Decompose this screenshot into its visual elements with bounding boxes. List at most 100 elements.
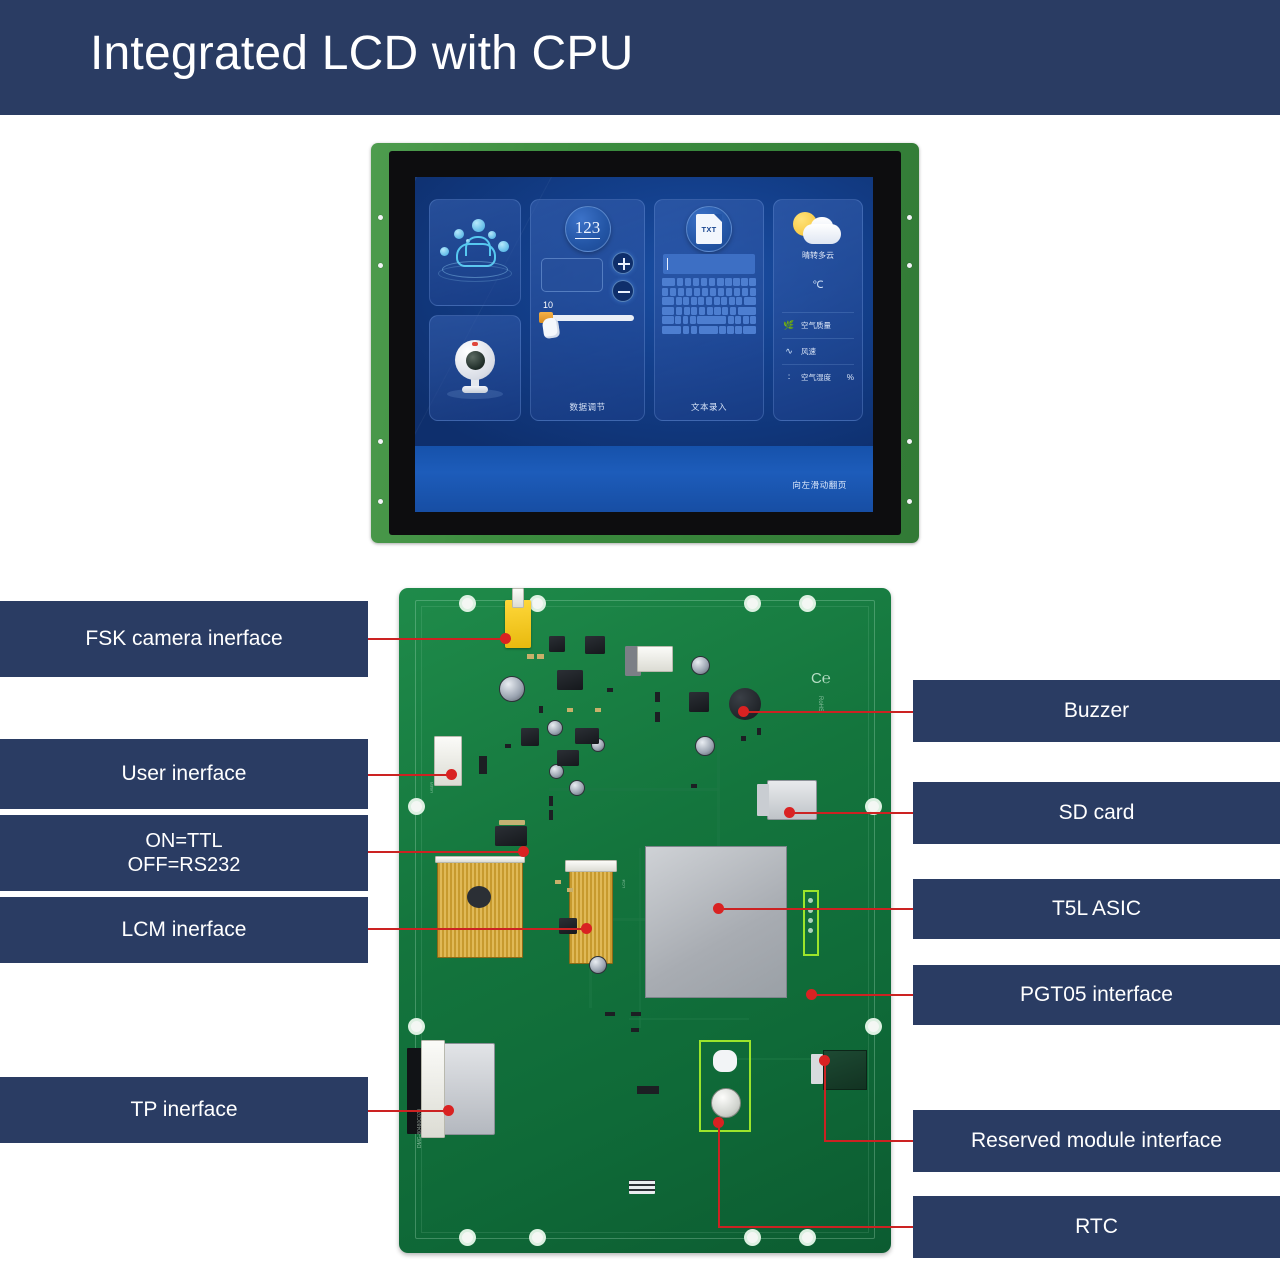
leader-line-lcm (368, 928, 588, 930)
weather-row: ∶ 空气湿度 % (782, 364, 854, 390)
leader-line-fsk (368, 638, 506, 640)
callout-label: User inerface (121, 762, 247, 786)
temperature-unit-label: ℃ (812, 280, 824, 291)
mounting-pad (744, 1229, 761, 1246)
fsk-camera-connector-post (512, 588, 524, 608)
leader-dot-reserved (819, 1055, 830, 1066)
callout-t5l-asic[interactable]: T5L ASIC (913, 879, 1280, 939)
electrolytic-capacitor (499, 676, 525, 702)
callout-fsk-camera-interface[interactable]: FSK camera inerface (0, 601, 368, 677)
soic-ic (559, 918, 577, 934)
leader-dot-rtc (713, 1117, 724, 1128)
weather-row: ∿ 风速 (782, 338, 854, 364)
camera-tile[interactable] (429, 314, 521, 421)
leader-dot-fsk (500, 633, 511, 644)
leader-dot-asic (713, 903, 724, 914)
callout-label: FSK camera inerface (85, 627, 283, 651)
electrolytic-capacitor (691, 656, 710, 675)
text-entry-caption: 文本录入 (690, 402, 727, 412)
text-input-button[interactable]: TXT (686, 206, 732, 252)
electrolytic-capacitor (589, 956, 607, 974)
onscreen-keyboard[interactable] (662, 278, 757, 334)
increment-button[interactable] (612, 252, 634, 274)
ttl-rs232-switch-ic (495, 826, 527, 846)
stepper-controls[interactable] (612, 252, 634, 302)
mount-screw (378, 439, 383, 444)
weather-condition-label: 晴转多云 (802, 251, 834, 260)
leader-dot-sdcard (784, 807, 795, 818)
mounting-pad (529, 1229, 546, 1246)
lcd-bezel: 123 10 数据调节 TXT 文本录入 晴转多云 ℃ 🌿 空气质量 ∿ 风速 … (389, 151, 901, 535)
leader-line-asic (720, 908, 913, 910)
mounting-pad (408, 798, 425, 815)
mount-screw (907, 215, 912, 220)
weather-metric-rows: 🌿 空气质量 ∿ 风速 ∶ 空气湿度 % (782, 312, 854, 390)
ce-marking: C℮ (811, 670, 831, 687)
text-entry-tile[interactable]: TXT 文本录入 (654, 199, 764, 421)
mount-screw (378, 499, 383, 504)
callout-label-line1: ON=TTL (145, 829, 223, 852)
mount-screw (907, 263, 912, 268)
leader-line-ttl (368, 851, 526, 853)
numeric-button-label: 123 (574, 218, 601, 239)
soic-ic (557, 670, 583, 690)
callout-label: Buzzer (1063, 699, 1130, 723)
leader-line-pgt05 (812, 994, 913, 996)
callout-buzzer[interactable]: Buzzer (913, 680, 1280, 742)
iot-cloud-tile[interactable] (429, 199, 521, 306)
reserved-module-interface-pads (823, 1050, 867, 1090)
mounting-pad (865, 1018, 882, 1035)
lcm-interface-fpc (437, 860, 523, 958)
leader-dot-pgt05 (806, 989, 817, 1000)
leader-line-rtc-v (718, 1122, 720, 1227)
rtc-coin-cell (711, 1088, 741, 1118)
txt-file-icon: TXT (696, 214, 722, 244)
mounting-pad (408, 1018, 425, 1035)
callout-label: T5L ASIC (1051, 897, 1142, 921)
mount-screw (907, 439, 912, 444)
inductor (549, 636, 565, 652)
callout-label-line2: OFF=RS232 (127, 854, 241, 876)
leader-dot-lcm (581, 923, 592, 934)
mounting-pad (799, 1229, 816, 1246)
callout-label: TP inerface (130, 1098, 238, 1122)
decrement-button[interactable] (612, 280, 634, 302)
weather-row-label: 空气湿度 (801, 373, 831, 382)
inductor (585, 636, 605, 654)
leaf-icon: 🌿 (783, 320, 795, 330)
t5l-asic-chip (645, 846, 787, 998)
mount-screw (378, 263, 383, 268)
numeric-input-button[interactable]: 123 (564, 206, 611, 252)
mount-screw (378, 215, 383, 220)
callout-lcm-interface[interactable]: LCM inerface (0, 897, 368, 963)
callout-pgt05-interface[interactable]: PGT05 interface (913, 965, 1280, 1025)
callout-ttl-rs232-switch[interactable]: ON=TTL OFF=RS232 (0, 815, 368, 891)
callout-label: RTC (1075, 1215, 1118, 1239)
swipe-hint-label: 向左滑动翻页 (792, 480, 847, 490)
callout-user-interface[interactable]: User inerface (0, 739, 368, 809)
electrolytic-capacitor (569, 780, 585, 796)
leader-line-rtc-h (718, 1226, 913, 1228)
sun-cloud-icon (787, 212, 849, 248)
humidity-icon: ∶ (787, 372, 791, 382)
callout-reserved-module-interface[interactable]: Reserved module interface (913, 1110, 1280, 1172)
callout-sd-card[interactable]: SD card (913, 782, 1280, 844)
txt-file-label: TXT (701, 225, 717, 234)
pcb-board-photo: USER LCM C℮ RoHS DMG-80480C070 (399, 588, 891, 1253)
callout-rtc[interactable]: RTC (913, 1196, 1280, 1258)
leader-line-user (368, 774, 453, 776)
cloud-iot-icon (438, 219, 512, 283)
leader-dot-tp (443, 1105, 454, 1116)
data-adjust-caption: 数据调节 (569, 402, 606, 412)
slider-value-label: 10 (543, 300, 554, 310)
callout-tp-interface[interactable]: TP inerface (0, 1077, 368, 1143)
electrolytic-capacitor (547, 720, 563, 736)
mounting-pad (459, 595, 476, 612)
callout-label: SD card (1058, 801, 1135, 825)
lcd-module-photo: 123 10 数据调节 TXT 文本录入 晴转多云 ℃ 🌿 空气质量 ∿ 风速 … (371, 143, 919, 543)
weather-tile[interactable]: 晴转多云 ℃ 🌿 空气质量 ∿ 风速 ∶ 空气湿度 % (773, 199, 863, 421)
weather-row-label: 空气质量 (801, 321, 831, 330)
data-adjust-tile[interactable]: 123 10 数据调节 (530, 199, 645, 421)
keyboard-input-field[interactable] (663, 254, 755, 274)
touch-hand-icon (541, 316, 561, 340)
